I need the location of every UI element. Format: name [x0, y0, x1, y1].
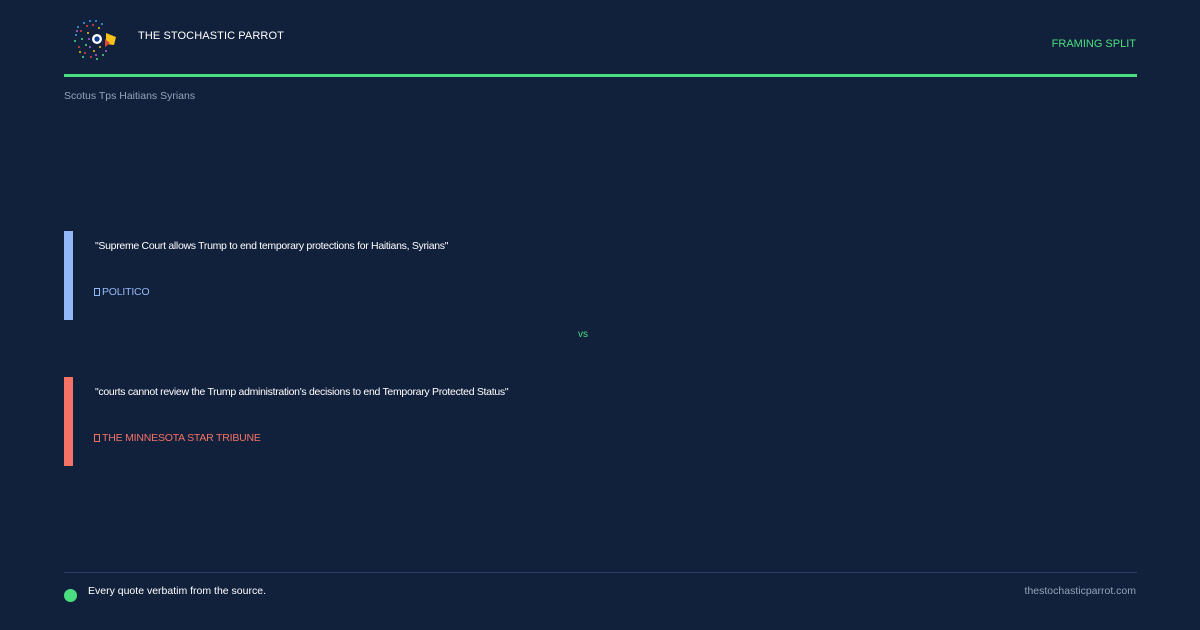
footer-divider [64, 572, 1137, 573]
brand-name: THE STOCHASTIC PARROT [138, 30, 284, 42]
quote-text: "Supreme Court allows Trump to end tempo… [95, 240, 449, 252]
quote-source: THE MINNESOTA STAR TRIBUNE [94, 432, 261, 444]
versus-separator: vs [578, 329, 588, 340]
header-divider [64, 74, 1137, 77]
quote-source: POLITICO [94, 286, 150, 298]
quote-source-name: POLITICO [102, 286, 150, 298]
document-icon [94, 288, 100, 296]
footer-site-url: thestochasticparrot.com [1024, 585, 1136, 597]
footer-note: Every quote verbatim from the source. [88, 585, 266, 597]
quote-accent-bar [64, 377, 73, 466]
parrot-logo-icon [74, 20, 116, 60]
framing-split-label: FRAMING SPLIT [1051, 38, 1136, 50]
quote-source-name: THE MINNESOTA STAR TRIBUNE [102, 432, 261, 444]
status-dot-icon [64, 589, 77, 602]
document-icon [94, 434, 100, 442]
quote-text: "courts cannot review the Trump administ… [95, 386, 509, 398]
quote-card-star-tribune: "courts cannot review the Trump administ… [64, 377, 1064, 466]
topic-title: Scotus Tps Haitians Syrians [64, 90, 196, 102]
quote-card-politico: "Supreme Court allows Trump to end tempo… [64, 231, 1064, 320]
quote-accent-bar [64, 231, 73, 320]
